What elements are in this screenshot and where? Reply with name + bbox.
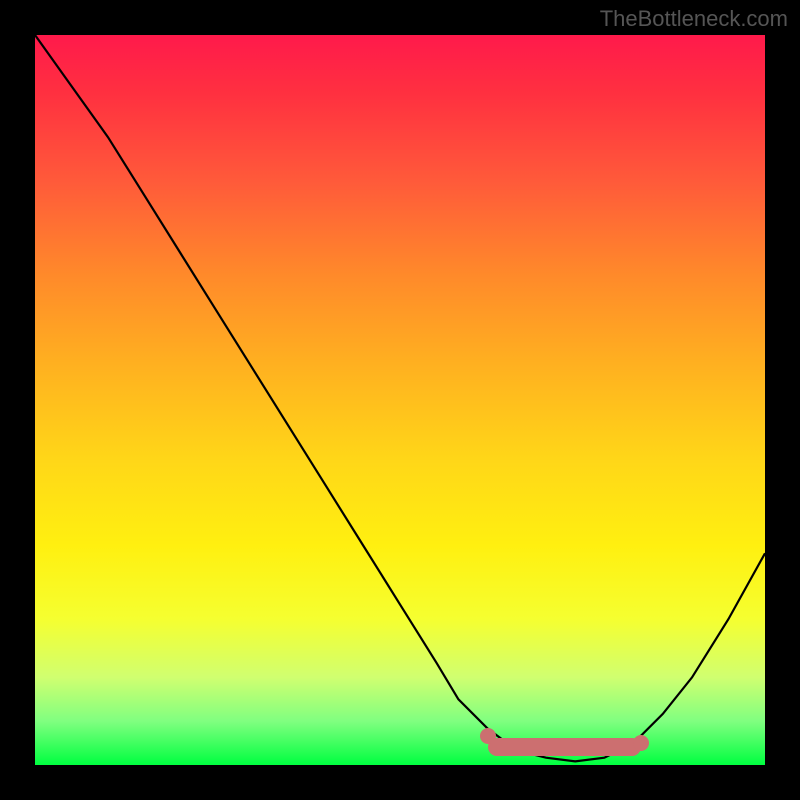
curve-svg [35, 35, 765, 765]
optimal-range-marker [488, 738, 641, 756]
optimal-start-dot [480, 728, 496, 744]
watermark-text: TheBottleneck.com [600, 6, 788, 32]
optimal-end-dot [633, 735, 649, 751]
chart-plot-area [35, 35, 765, 765]
bottleneck-curve [35, 35, 765, 761]
